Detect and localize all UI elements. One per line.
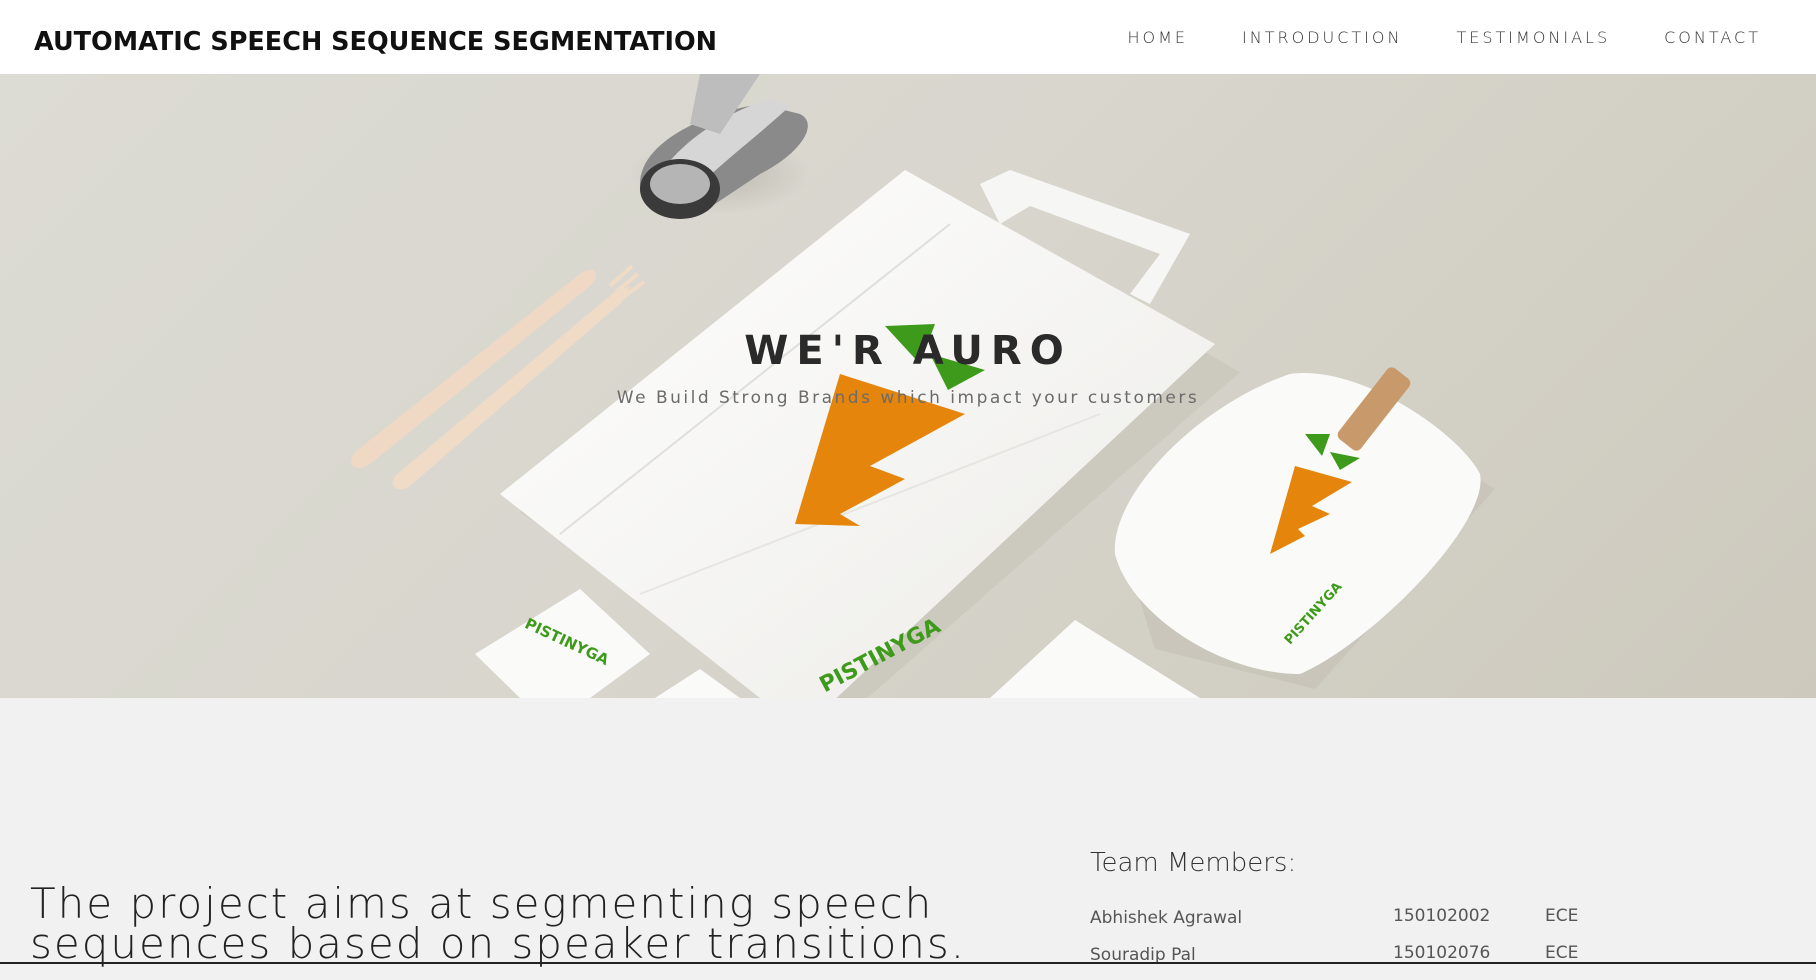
member-department: ECE [1545, 906, 1579, 926]
nav-home-link[interactable]: HOME [1128, 28, 1189, 47]
member-department: ECE [1545, 943, 1579, 963]
sachet-package: PISTINYGA [475, 589, 650, 698]
team-heading: Team Members: [1090, 848, 1297, 878]
team-members-table: Abhishek Agrawal 150102002 ECE Souradip … [1090, 906, 1690, 980]
stapler-shape [630, 74, 810, 219]
project-description: The project aims at segmenting speech se… [30, 879, 967, 968]
site-title[interactable]: AUTOMATIC SPEECH SEQUENCE SEGMENTATION [34, 27, 717, 57]
hero-title: WE'R AURO [744, 328, 1072, 374]
hero-background-image: PISTINYGA PISTINYGA PISTINYGA [350, 74, 1495, 698]
member-id: 150102002 [1393, 906, 1491, 926]
nav-introduction-link[interactable]: INTRODUCTION [1242, 28, 1402, 47]
hero-banner: PISTINYGA PISTINYGA PISTINYGA WE'R AURO … [0, 74, 1816, 698]
nav-testimonials-link[interactable]: TESTIMONIALS [1456, 28, 1610, 47]
member-id: 150102076 [1393, 943, 1491, 963]
main-nav: HOME INTRODUCTION TESTIMONIALS CONTACT [1074, 28, 1762, 47]
team-member-row: Abhishek Agrawal 150102002 ECE [1090, 906, 1690, 943]
hero-subtitle: We Build Strong Brands which impact your… [616, 388, 1200, 408]
member-name: Abhishek Agrawal [1090, 908, 1243, 928]
top-navbar: AUTOMATIC SPEECH SEQUENCE SEGMENTATION H… [0, 0, 1816, 74]
nav-contact-link[interactable]: CONTACT [1664, 28, 1761, 47]
